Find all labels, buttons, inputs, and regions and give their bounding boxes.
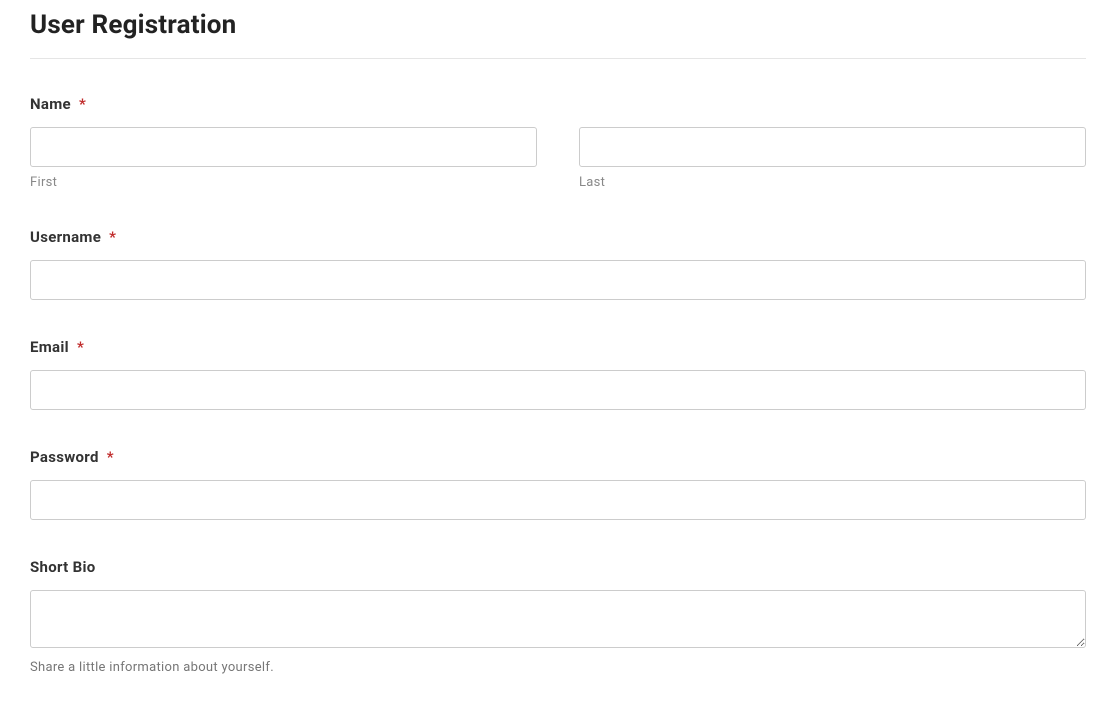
username-label: Username *	[30, 228, 1086, 246]
field-name: Name * First Last	[30, 95, 1086, 190]
username-label-text: Username	[30, 228, 101, 246]
name-label: Name *	[30, 95, 1086, 113]
email-label: Email *	[30, 338, 1086, 356]
password-label: Password *	[30, 448, 1086, 466]
field-email: Email *	[30, 338, 1086, 410]
page-title: User Registration	[30, 10, 1086, 40]
username-input[interactable]	[30, 260, 1086, 300]
short-bio-input[interactable]	[30, 590, 1086, 648]
short-bio-help: Share a little information about yoursel…	[30, 660, 1086, 675]
first-name-input[interactable]	[30, 127, 537, 167]
name-label-text: Name	[30, 95, 71, 113]
required-asterisk: *	[109, 228, 116, 246]
email-label-text: Email	[30, 338, 69, 356]
password-label-text: Password	[30, 448, 99, 466]
required-asterisk: *	[77, 338, 84, 356]
last-name-sublabel: Last	[579, 175, 1086, 190]
field-password: Password *	[30, 448, 1086, 520]
short-bio-label: Short Bio	[30, 558, 1086, 576]
required-asterisk: *	[79, 95, 86, 113]
last-name-input[interactable]	[579, 127, 1086, 167]
field-short-bio: Short Bio Share a little information abo…	[30, 558, 1086, 675]
first-name-sublabel: First	[30, 175, 537, 190]
field-username: Username *	[30, 228, 1086, 300]
divider	[30, 58, 1086, 59]
required-asterisk: *	[107, 448, 114, 466]
email-input[interactable]	[30, 370, 1086, 410]
password-input[interactable]	[30, 480, 1086, 520]
short-bio-label-text: Short Bio	[30, 558, 95, 576]
